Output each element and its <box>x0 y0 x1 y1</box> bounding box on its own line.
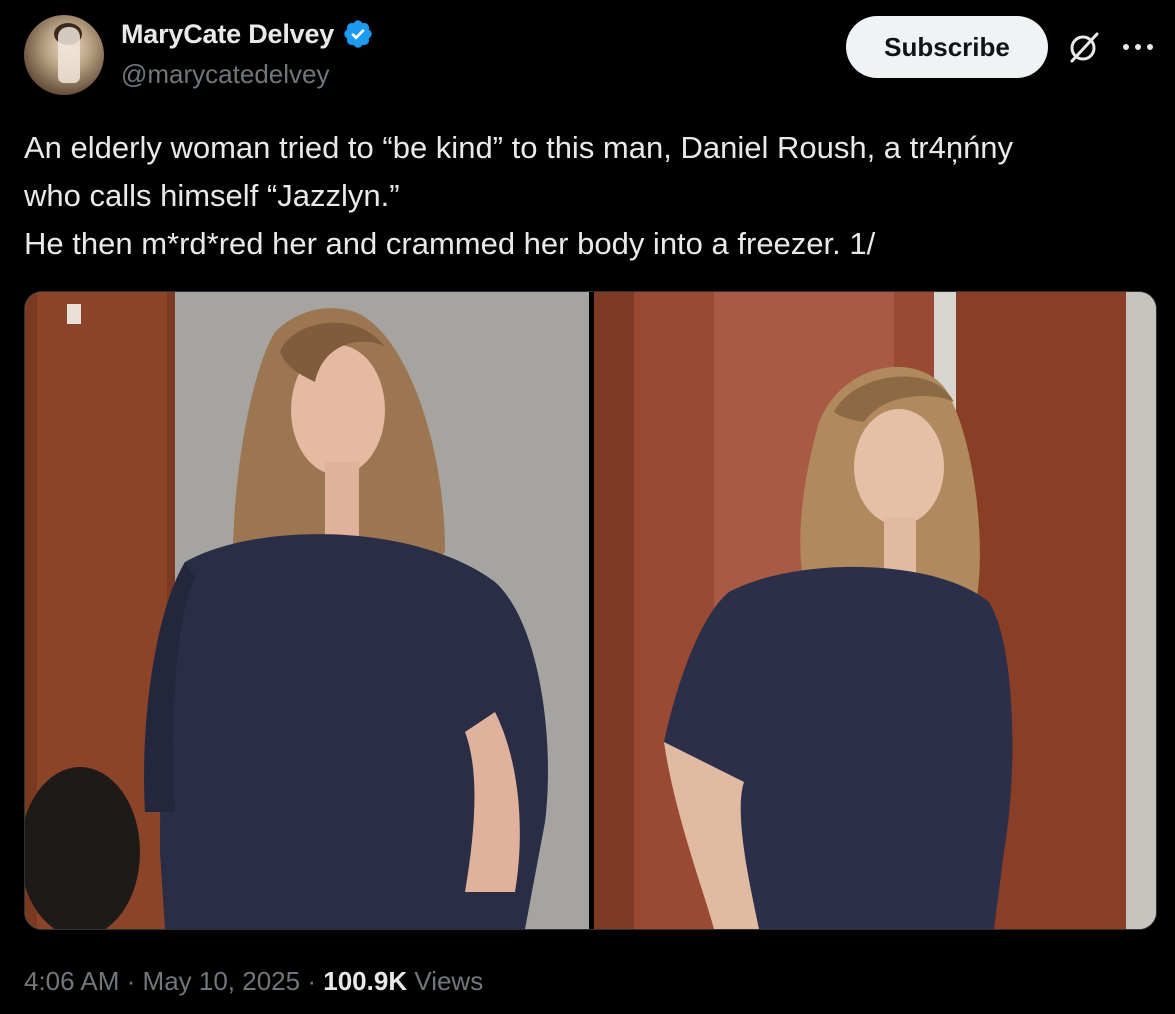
media-photo-1[interactable] <box>25 292 589 929</box>
timestamp-time[interactable]: 4:06 AM <box>24 966 119 996</box>
meta-separator: · <box>126 966 136 996</box>
author-handle[interactable]: @marycatedelvey <box>121 59 329 90</box>
media-grid <box>24 291 1157 930</box>
views-count: 100.9K <box>323 966 408 996</box>
tweet-text-line: He then m*rd*red her and crammed her bod… <box>24 226 876 261</box>
tweet-meta: 4:06 AM · May 10, 2025 · 100.9K Views <box>24 966 483 997</box>
subscribe-button[interactable]: Subscribe <box>846 16 1048 78</box>
media-photo-2[interactable] <box>594 292 1156 929</box>
grok-icon[interactable] <box>1066 29 1102 65</box>
tweet-text-line: An elderly woman tried to “be kind” to t… <box>24 130 1014 165</box>
tweet-text: An elderly woman tried to “be kind” to t… <box>24 124 1159 268</box>
top-cropped-strip <box>0 0 1175 8</box>
meta-separator: · <box>307 966 317 996</box>
more-icon[interactable] <box>1118 29 1158 65</box>
verified-badge-icon[interactable] <box>342 18 374 50</box>
display-name[interactable]: MaryCate Delvey <box>121 19 334 50</box>
tweet-text-line: who calls himself “Jazzlyn.” <box>24 178 400 213</box>
avatar[interactable] <box>24 15 104 95</box>
views-label: Views <box>414 966 484 996</box>
author-name-row[interactable]: MaryCate Delvey <box>121 18 374 50</box>
timestamp-date[interactable]: May 10, 2025 <box>143 966 301 996</box>
